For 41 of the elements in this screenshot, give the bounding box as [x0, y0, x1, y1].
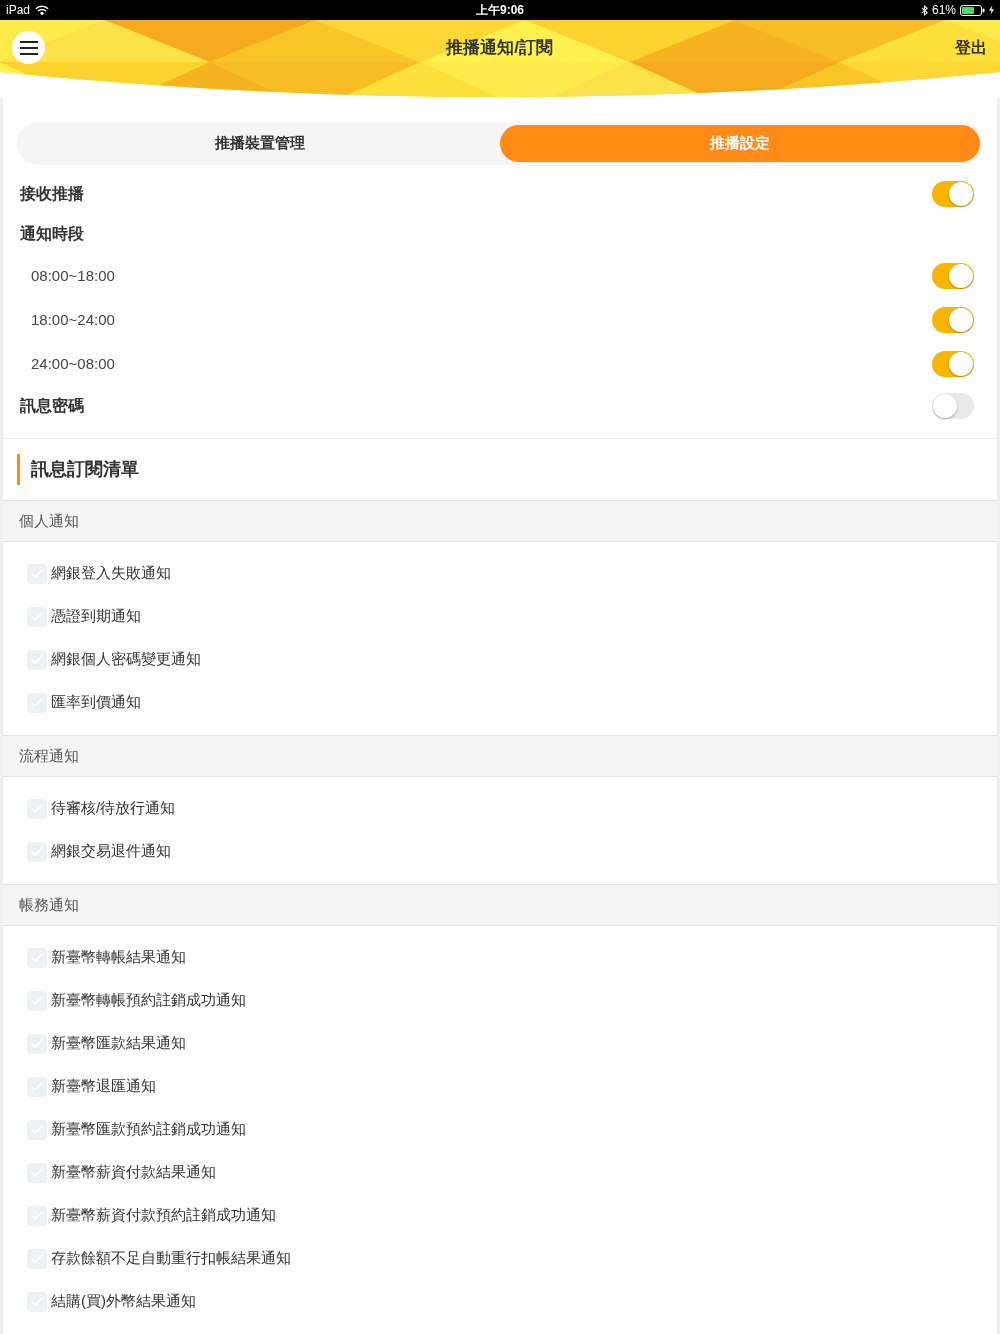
notification-label: 新臺幣匯款結果通知	[51, 1033, 186, 1054]
time-range-label: 24:00~08:00	[31, 353, 115, 374]
toggle-switch[interactable]	[932, 263, 974, 289]
notification-label: 存款餘額不足自動重行扣帳結果通知	[51, 1248, 291, 1269]
notification-label: 網銀交易退件通知	[51, 841, 171, 862]
wifi-icon	[35, 4, 50, 16]
section-title: 訊息訂閱清單	[17, 454, 139, 485]
time-range-label: 08:00~18:00	[31, 265, 115, 286]
notification-label: 網銀個人密碼變更通知	[51, 649, 201, 670]
setting-heading: 通知時段	[20, 224, 84, 244]
time-range-label: 18:00~24:00	[31, 309, 115, 330]
bluetooth-icon	[920, 4, 928, 16]
toggle-switch[interactable]	[932, 351, 974, 377]
page-title: 推播通知/訂閱	[446, 36, 553, 59]
logout-link[interactable]: 登出	[955, 35, 987, 60]
notification-label: 結購(買)外幣結果通知	[51, 1291, 196, 1312]
notification-label: 新臺幣退匯通知	[51, 1076, 156, 1097]
notification-label: 新臺幣薪資付款結果通知	[51, 1162, 216, 1183]
device-name: iPad	[6, 2, 31, 19]
notification-label: 憑證到期通知	[51, 606, 141, 627]
group-header: 流程通知	[3, 735, 997, 777]
notification-label: 待審核/待放行通知	[51, 798, 176, 819]
notification-label: 網銀登入失敗通知	[51, 563, 171, 584]
menu-icon	[19, 40, 38, 55]
status-time: 上午9:06	[476, 2, 524, 19]
toggle-switch[interactable]	[932, 393, 974, 419]
notification-label: 匯率到價通知	[51, 692, 141, 713]
tab[interactable]: 推播裝置管理	[20, 125, 500, 162]
toggle-switch[interactable]	[932, 307, 974, 333]
notification-label: 新臺幣轉帳預約註銷成功通知	[51, 990, 246, 1011]
notification-label: 新臺幣轉帳結果通知	[51, 947, 186, 968]
charging-bolt-icon	[989, 5, 994, 15]
setting-label: 接收推播	[20, 184, 84, 204]
battery-icon	[960, 4, 985, 16]
setting-label: 訊息密碼	[20, 396, 84, 416]
group-header: 個人通知	[3, 500, 997, 542]
battery-percent: 61%	[931, 2, 956, 19]
group-header: 帳務通知	[3, 884, 997, 926]
notification-label: 新臺幣薪資付款預約註銷成功通知	[51, 1205, 276, 1226]
toggle-switch[interactable]	[932, 181, 974, 207]
notification-label: 新臺幣匯款預約註銷成功通知	[51, 1119, 246, 1140]
